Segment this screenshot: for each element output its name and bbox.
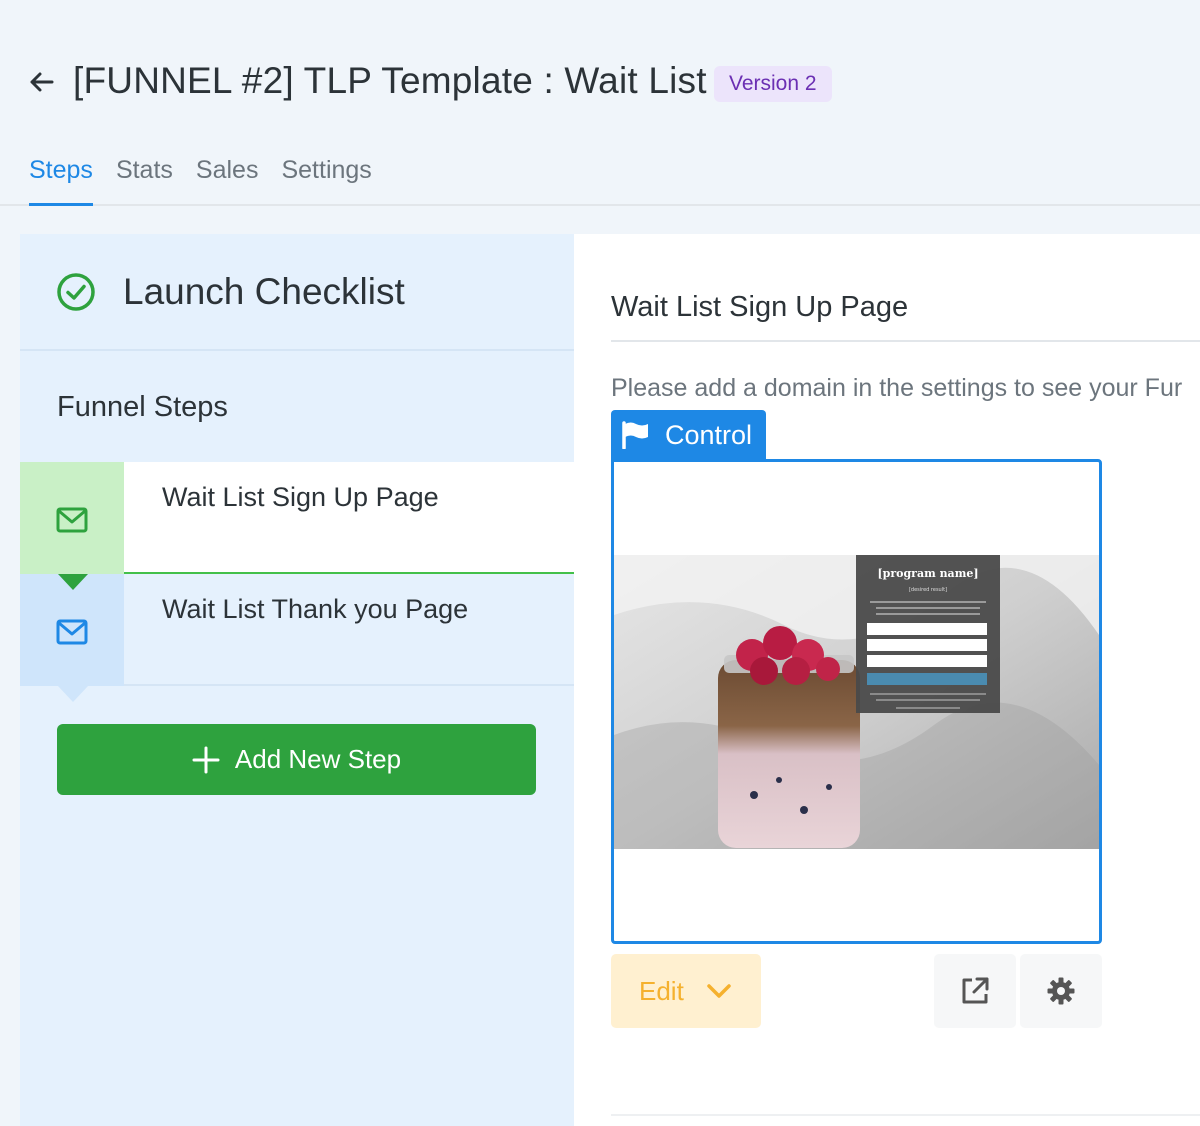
open-external-button[interactable] bbox=[934, 954, 1016, 1028]
preview-program-name: [program name] bbox=[877, 567, 978, 580]
tab-settings[interactable]: Settings bbox=[281, 156, 371, 206]
step-name: Wait List Sign Up Page bbox=[162, 482, 439, 512]
back-arrow-icon[interactable] bbox=[26, 66, 58, 98]
envelope-icon bbox=[56, 619, 88, 645]
flag-icon bbox=[622, 421, 648, 449]
envelope-icon bbox=[56, 507, 88, 533]
step-icon-tile bbox=[20, 462, 124, 574]
add-new-step-button[interactable]: Add New Step bbox=[57, 724, 536, 795]
page-preview-thumbnail: [program name] [desired result] bbox=[614, 555, 1099, 849]
launch-checklist[interactable]: Launch Checklist bbox=[20, 234, 574, 351]
tab-sales[interactable]: Sales bbox=[196, 156, 259, 206]
divider bbox=[611, 1114, 1200, 1116]
check-circle-icon bbox=[57, 273, 95, 311]
page-header: [FUNNEL #2] TLP Template : Wait List Ver… bbox=[0, 0, 1200, 206]
gear-icon bbox=[1047, 977, 1075, 1005]
edit-label: Edit bbox=[639, 975, 684, 1006]
tab-stats[interactable]: Stats bbox=[116, 156, 173, 206]
page-title: [FUNNEL #2] TLP Template : Wait List bbox=[73, 60, 707, 101]
step-connector-arrow bbox=[58, 574, 88, 590]
step-connector-arrow bbox=[58, 686, 88, 702]
funnel-step-signup[interactable]: Wait List Sign Up Page bbox=[20, 462, 574, 590]
checklist-label: Launch Checklist bbox=[123, 271, 405, 312]
chevron-down-icon bbox=[707, 984, 731, 998]
tab-steps[interactable]: Steps bbox=[29, 156, 93, 206]
tab-bar: Steps Stats Sales Settings bbox=[29, 156, 395, 206]
edit-dropdown-button[interactable]: Edit bbox=[611, 954, 761, 1028]
step-name: Wait List Thank you Page bbox=[162, 594, 469, 624]
add-step-label: Add New Step bbox=[234, 744, 402, 774]
sidebar: Launch Checklist Funnel Steps Wait List … bbox=[20, 234, 574, 1126]
divider bbox=[611, 340, 1200, 342]
external-link-icon bbox=[962, 977, 989, 1004]
funnel-step-thankyou[interactable]: Wait List Thank you Page bbox=[20, 574, 574, 702]
step-detail-panel: Wait List Sign Up Page Please add a doma… bbox=[574, 234, 1200, 1126]
version-badge: Version 2 bbox=[714, 66, 832, 102]
page-preview[interactable]: [program name] [desired result] bbox=[611, 459, 1102, 944]
step-icon-tile bbox=[20, 574, 124, 686]
control-label: Control bbox=[665, 419, 753, 450]
domain-notice: Please add a domain in the settings to s… bbox=[611, 374, 1183, 402]
step-title: Wait List Sign Up Page bbox=[611, 291, 909, 323]
step-settings-button[interactable] bbox=[1020, 954, 1102, 1028]
control-variant-tab[interactable]: Control bbox=[611, 410, 766, 460]
funnel-steps-heading: Funnel Steps bbox=[57, 391, 228, 423]
plus-icon bbox=[192, 746, 220, 773]
preview-desired-result: [desired result] bbox=[909, 587, 947, 593]
